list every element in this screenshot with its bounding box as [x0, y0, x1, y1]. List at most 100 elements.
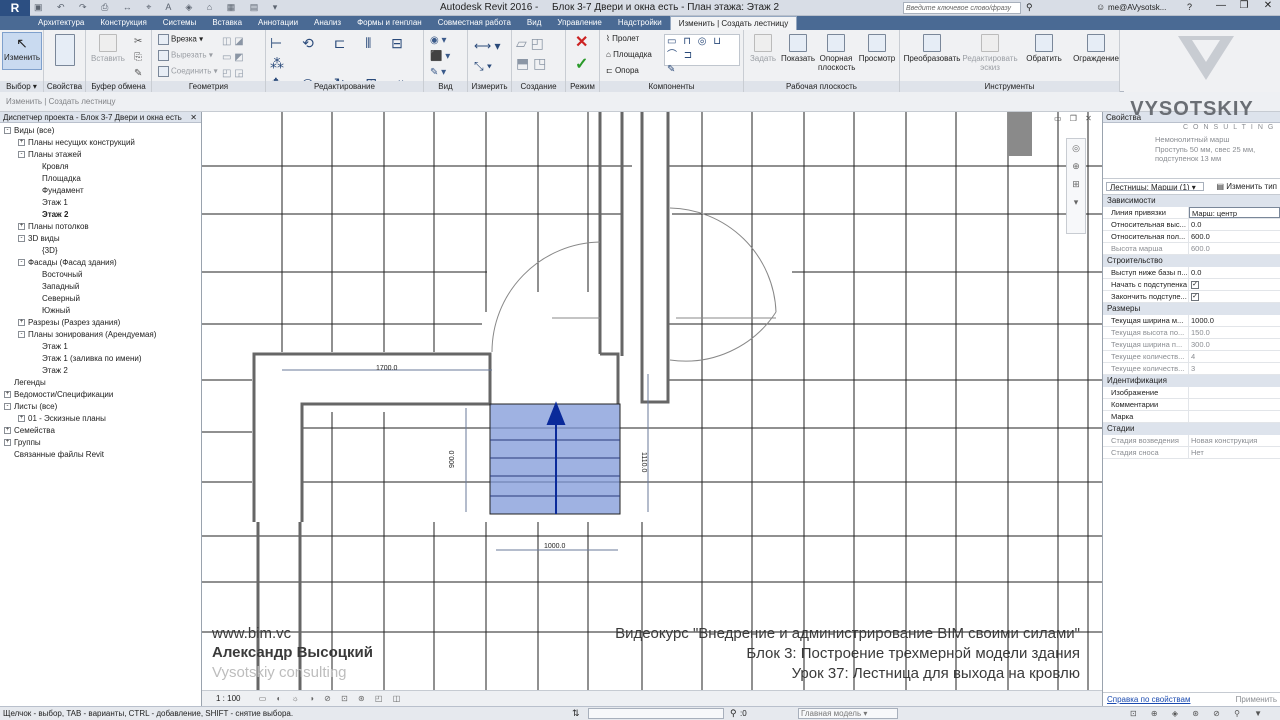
clipboard-small-icons[interactable]: ✂ ⎘ ✎: [134, 34, 142, 82]
expand-icon[interactable]: +: [18, 223, 25, 231]
set-workplane-button[interactable]: Задать: [746, 34, 780, 63]
tree-item[interactable]: - Листы (все): [0, 401, 201, 413]
tree-item[interactable]: Северный: [0, 293, 201, 305]
property-row[interactable]: Относительная выс... 0.0: [1103, 219, 1280, 231]
tab-manage[interactable]: Управление: [549, 16, 609, 30]
railing-button[interactable]: Ограждение: [1070, 34, 1122, 63]
workset-icon[interactable]: ⇅: [572, 707, 580, 720]
checkbox[interactable]: ✓: [1191, 281, 1199, 290]
dim-bottom[interactable]: 1000.0: [544, 543, 566, 550]
run-shape-icons[interactable]: ▭ ⊓ ◎ ⊔ ⌒ ⊐ ✎: [664, 34, 740, 75]
tree-item[interactable]: + Группы: [0, 437, 201, 449]
tree-item[interactable]: - Фасады (Фасад здания): [0, 257, 201, 269]
cut-button[interactable]: Врезка ▾: [158, 34, 218, 45]
type-selector[interactable]: Немонолитный марш Проступь 50 мм, свес 2…: [1103, 123, 1280, 179]
property-value[interactable]: [1189, 387, 1280, 398]
tree-item[interactable]: Кровля: [0, 161, 201, 173]
property-group[interactable]: Стадии: [1103, 423, 1280, 435]
tab-insert[interactable]: Вставка: [204, 16, 250, 30]
tree-item[interactable]: Восточный: [0, 269, 201, 281]
flip-button[interactable]: Обратить: [1024, 34, 1064, 63]
tree-item[interactable]: {3D}: [0, 245, 201, 257]
collapse-icon[interactable]: -: [4, 127, 11, 135]
tree-item[interactable]: Этаж 1: [0, 341, 201, 353]
workset-selector[interactable]: [588, 708, 724, 719]
tree-item[interactable]: - Планы зонирования (Арендуемая): [0, 329, 201, 341]
property-group[interactable]: Размеры: [1103, 303, 1280, 315]
property-row[interactable]: Линия привязки Марш: центр: [1103, 207, 1280, 219]
expand-icon[interactable]: +: [4, 439, 11, 447]
tree-item[interactable]: + Разрезы (Разрез здания): [0, 317, 201, 329]
tree-item[interactable]: Легенды: [0, 377, 201, 389]
dim-top[interactable]: 1700.0: [376, 365, 398, 372]
view-control-icons[interactable]: ▭ ❐ ✕: [1054, 114, 1095, 123]
apply-button[interactable]: Применить: [1236, 693, 1277, 706]
property-row[interactable]: Марка: [1103, 411, 1280, 423]
view-control-bar[interactable]: 1 : 100 ▭ ◐ ☼ ◑ ⊘ ⊡ ⊛ ◰ ◫: [202, 690, 1102, 706]
tree-item[interactable]: -3D виды: [0, 233, 201, 245]
tree-item[interactable]: + Планы несущих конструкций: [0, 137, 201, 149]
select-label[interactable]: Выбор ▾: [0, 81, 43, 92]
tab-collaborate[interactable]: Совместная работа: [430, 16, 519, 30]
expand-icon[interactable]: +: [18, 139, 25, 147]
property-value[interactable]: Марш: центр: [1189, 207, 1280, 218]
tab-systems[interactable]: Системы: [155, 16, 205, 30]
view-scale[interactable]: 1 : 100: [216, 694, 240, 703]
property-group[interactable]: Строительство: [1103, 255, 1280, 267]
expand-icon[interactable]: +: [18, 319, 25, 327]
floor-plan-drawing[interactable]: 1000.0 1700.0 900.0 1110.0: [202, 112, 1102, 706]
property-row[interactable]: Относительная пол... 600.0: [1103, 231, 1280, 243]
tab-addins[interactable]: Надстройки: [610, 16, 670, 30]
property-row[interactable]: Закончить подступе... ✓: [1103, 291, 1280, 303]
drawing-canvas[interactable]: 1000.0 1700.0 900.0 1110.0 ▭ ❐ ✕ ◎ ⊕ ⊞ ▾ ww…: [202, 112, 1102, 706]
properties-button[interactable]: [52, 34, 78, 74]
minimize-button[interactable]: —: [1210, 0, 1232, 14]
close-icon[interactable]: ✕: [190, 112, 197, 123]
property-value[interactable]: 0.0: [1189, 219, 1280, 230]
collapse-icon[interactable]: -: [18, 331, 25, 339]
property-group[interactable]: Идентификация: [1103, 375, 1280, 387]
user-icon[interactable]: ☺: [1096, 2, 1105, 12]
property-value[interactable]: 0.0: [1189, 267, 1280, 278]
paste-button[interactable]: Вставить: [90, 34, 126, 74]
maximize-button[interactable]: ❐: [1233, 0, 1255, 14]
tree-item[interactable]: - Планы этажей: [0, 149, 201, 161]
convert-button[interactable]: Преобразовать: [902, 34, 962, 63]
show-workplane-button[interactable]: Показать: [780, 34, 816, 63]
measure-tool-icons[interactable]: ⟷ ▾ ⤡ ▾: [474, 36, 501, 76]
tree-item[interactable]: Фундамент: [0, 185, 201, 197]
tree-item[interactable]: Этаж 1: [0, 197, 201, 209]
tab-analyze[interactable]: Анализ: [306, 16, 349, 30]
viewer-button[interactable]: Просмотр: [858, 34, 896, 63]
dim-left[interactable]: 900.0: [449, 450, 456, 468]
selection-filter-icons[interactable]: ⊡ ⊕ ◈ ⊛ ⊘ ⚲ ▼: [1130, 707, 1268, 720]
search-input[interactable]: Введите ключевое слово/фразу: [903, 2, 1021, 14]
search-icon[interactable]: ⚲: [1026, 2, 1033, 13]
close-button[interactable]: ✕: [1256, 0, 1280, 14]
tree-item[interactable]: Площадка: [0, 173, 201, 185]
property-value[interactable]: ✓: [1189, 279, 1280, 290]
design-option-selector[interactable]: Главная модель ▾: [798, 708, 898, 719]
revit-logo-icon[interactable]: R: [0, 0, 30, 16]
property-value[interactable]: [1189, 411, 1280, 422]
tree-item[interactable]: Этаж 2: [0, 209, 201, 221]
tab-annotate[interactable]: Аннотации: [250, 16, 306, 30]
expand-icon[interactable]: +: [4, 427, 11, 435]
expand-icon[interactable]: +: [4, 391, 11, 399]
tab-architecture[interactable]: Архитектура: [30, 16, 92, 30]
tab-massing[interactable]: Формы и генплан: [349, 16, 430, 30]
tab-modify-create-stair[interactable]: Изменить | Создать лестницу: [669, 16, 798, 30]
navigation-bar[interactable]: ◎ ⊕ ⊞ ▾: [1066, 138, 1086, 234]
property-group[interactable]: Зависимости: [1103, 195, 1280, 207]
property-row[interactable]: Начать с подступенка ✓: [1103, 279, 1280, 291]
run-button[interactable]: ⌇ Пролет: [606, 34, 639, 43]
cutout-button[interactable]: Вырезать ▾: [158, 50, 218, 61]
collapse-icon[interactable]: -: [18, 259, 25, 267]
support-button[interactable]: ⊏ Опора: [606, 66, 639, 75]
property-value[interactable]: 1000.0: [1189, 315, 1280, 326]
dim-right[interactable]: 1110.0: [640, 452, 647, 472]
property-row[interactable]: Выступ ниже базы п... 0.0: [1103, 267, 1280, 279]
collapse-icon[interactable]: -: [18, 151, 25, 159]
tab-view[interactable]: Вид: [519, 16, 549, 30]
property-row[interactable]: Комментарии: [1103, 399, 1280, 411]
